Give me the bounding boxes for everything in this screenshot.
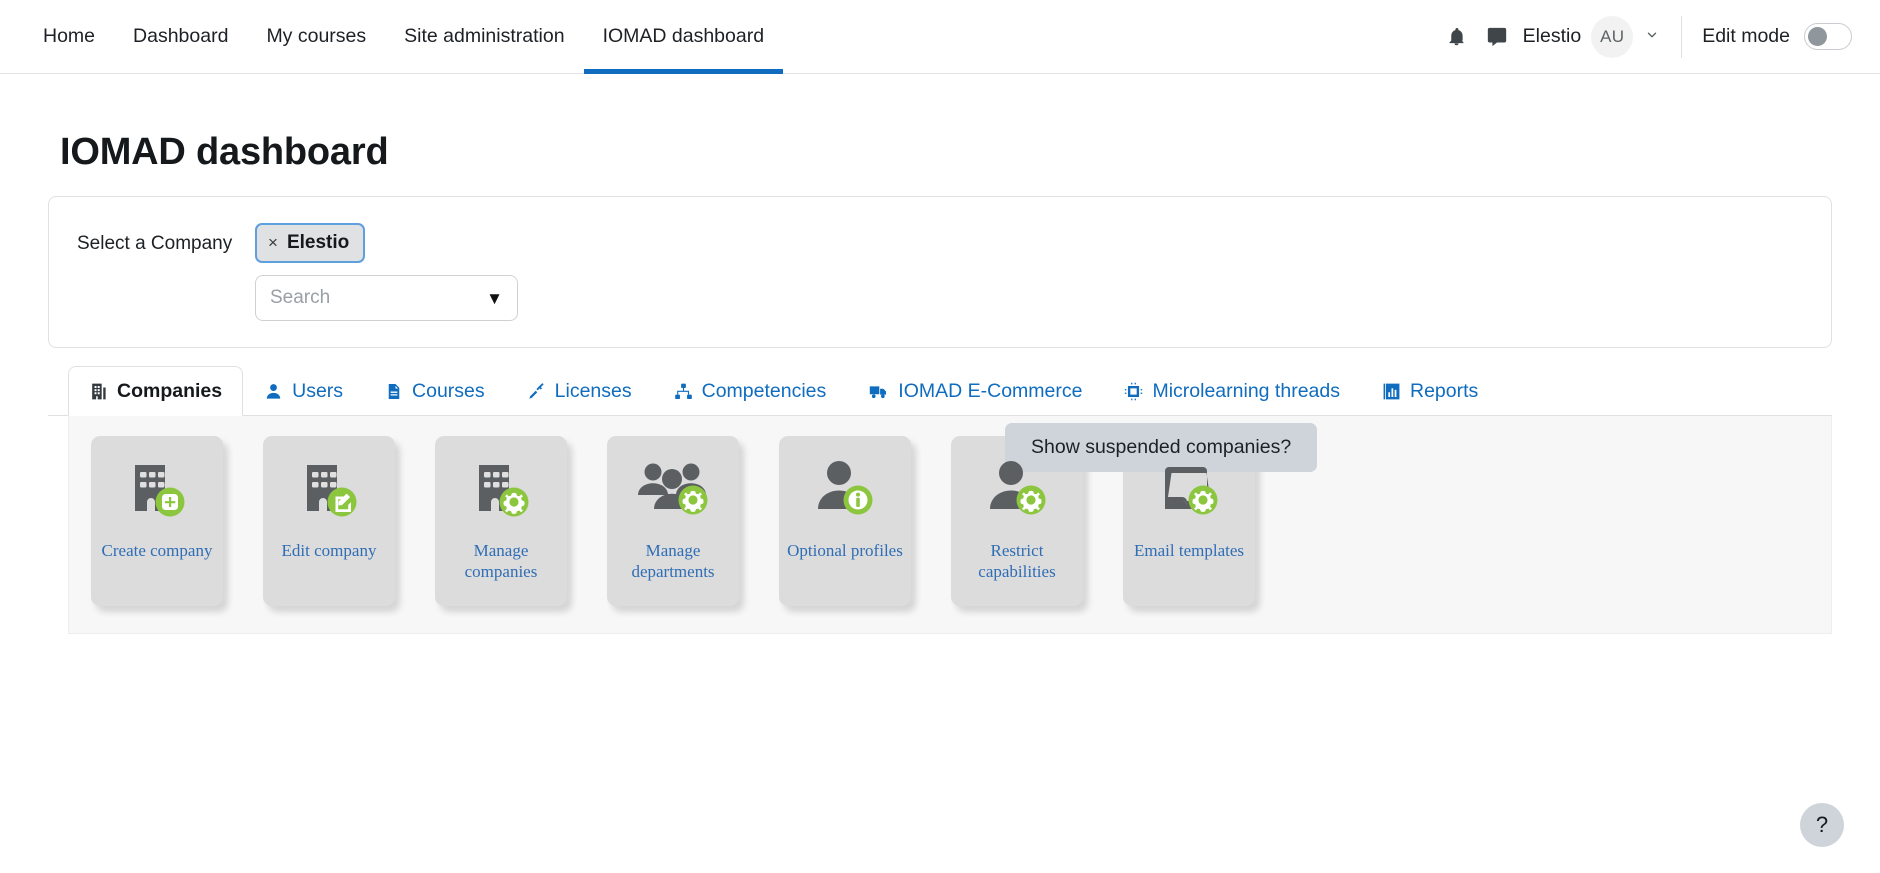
- tile-label: Edit company: [281, 541, 377, 560]
- tile-edit-company[interactable]: Edit company: [263, 436, 395, 606]
- tab-label: Competencies: [701, 380, 827, 402]
- tile-label: Manage departments: [631, 541, 715, 582]
- tab-label: IOMAD E-Commerce: [898, 380, 1083, 402]
- companies-tile-panel: Create company Edit company Manage compa…: [68, 416, 1832, 634]
- navbar-user-area: Elestio AU Edit mode: [1437, 0, 1852, 73]
- nav-item-iomad-dashboard[interactable]: IOMAD dashboard: [583, 0, 784, 74]
- tab-licenses[interactable]: Licenses: [506, 366, 653, 416]
- tile-label: Email templates: [1134, 541, 1244, 560]
- app-viewport: Home Dashboard My courses Site administr…: [0, 0, 1880, 873]
- tab-iomad-ecommerce[interactable]: IOMAD E-Commerce: [847, 366, 1103, 416]
- chip-remove-icon[interactable]: ×: [268, 233, 278, 253]
- help-button[interactable]: ?: [1800, 803, 1844, 847]
- users-gear-icon: [629, 452, 717, 528]
- tab-courses[interactable]: Courses: [364, 366, 506, 416]
- microchip-icon: [1124, 382, 1143, 401]
- sitemap-icon: [674, 382, 693, 401]
- chip-label: Elestio: [286, 232, 350, 253]
- key-icon: [527, 382, 546, 401]
- chevron-down-icon[interactable]: ▼: [486, 290, 503, 307]
- page-content: IOMAD dashboard Select a Company × Elest…: [0, 131, 1880, 634]
- file-text-icon: [385, 382, 403, 401]
- building-gear-icon: [457, 452, 545, 528]
- page-title: IOMAD dashboard: [60, 131, 389, 173]
- company-select-label: Select a Company: [77, 233, 233, 254]
- building-edit-icon: [285, 452, 373, 528]
- tile-label: Manage companies: [464, 541, 538, 582]
- company-select-card: Select a Company × Elestio Search ▼ Show…: [48, 196, 1832, 472]
- tab-microlearning-threads[interactable]: Microlearning threads: [1103, 366, 1361, 416]
- nav-item-home[interactable]: Home: [24, 0, 114, 73]
- tab-label: Licenses: [554, 380, 632, 402]
- bar-chart-icon: [1382, 382, 1401, 401]
- tile-manage-departments[interactable]: Manage departments: [607, 436, 739, 606]
- user-menu[interactable]: Elestio AU: [1517, 15, 1668, 58]
- tab-users[interactable]: Users: [243, 366, 364, 416]
- edit-mode-toggle[interactable]: [1804, 23, 1852, 50]
- tile-create-company[interactable]: Create company: [91, 436, 223, 606]
- avatar: AU: [1591, 15, 1634, 58]
- tab-label: Reports: [1409, 380, 1479, 402]
- edit-mode-toggle-knob: [1808, 26, 1827, 46]
- company-select-control: × Elestio Search ▼: [255, 223, 523, 321]
- tile-label: Optional profiles: [787, 541, 903, 560]
- truck-icon: [868, 382, 889, 401]
- selected-company-chip[interactable]: × Elestio: [255, 223, 366, 263]
- tile-optional-profiles[interactable]: Optional profiles: [779, 436, 911, 606]
- tab-label: Microlearning threads: [1152, 380, 1340, 402]
- nav-item-site-administration[interactable]: Site administration: [385, 0, 583, 73]
- tab-companies[interactable]: Companies: [68, 366, 244, 416]
- building-plus-icon: [113, 452, 201, 528]
- top-navbar: Home Dashboard My courses Site administr…: [0, 0, 1880, 74]
- tab-label: Users: [292, 380, 344, 402]
- dashboard-tabs: Companies Users Courses Licenses Compete…: [48, 366, 1832, 416]
- edit-mode-control[interactable]: Edit mode: [1702, 23, 1852, 50]
- inbox-gear-icon: [1145, 452, 1233, 528]
- user-menu-name: Elestio: [1522, 25, 1582, 47]
- user-gear-icon: [973, 452, 1061, 528]
- tab-reports[interactable]: Reports: [1361, 366, 1499, 416]
- bell-icon[interactable]: [1437, 17, 1477, 57]
- tile-manage-companies[interactable]: Manage companies: [435, 436, 567, 606]
- primary-nav: Home Dashboard My courses Site administr…: [24, 0, 784, 74]
- user-info-icon: [801, 452, 889, 528]
- company-search-placeholder: Search: [270, 287, 331, 308]
- tab-competencies[interactable]: Competencies: [653, 366, 848, 416]
- user-icon: [264, 382, 283, 401]
- tab-label: Courses: [412, 380, 485, 402]
- navbar-divider: [1681, 15, 1683, 58]
- edit-mode-label: Edit mode: [1702, 25, 1790, 47]
- nav-item-dashboard[interactable]: Dashboard: [114, 0, 247, 73]
- tile-label: Create company: [101, 541, 213, 560]
- tile-label: Restrict capabilities: [978, 541, 1056, 582]
- company-select-row: Select a Company × Elestio Search ▼: [49, 197, 1831, 321]
- building-icon: [89, 382, 108, 401]
- chevron-down-icon: [1645, 28, 1659, 45]
- tab-label: Companies: [117, 380, 223, 402]
- tile-row: Create company Edit company Manage compa…: [69, 436, 1831, 606]
- company-search-input[interactable]: Search ▼: [255, 275, 518, 321]
- nav-item-my-courses[interactable]: My courses: [247, 0, 385, 73]
- chat-bubble-icon[interactable]: [1477, 17, 1517, 57]
